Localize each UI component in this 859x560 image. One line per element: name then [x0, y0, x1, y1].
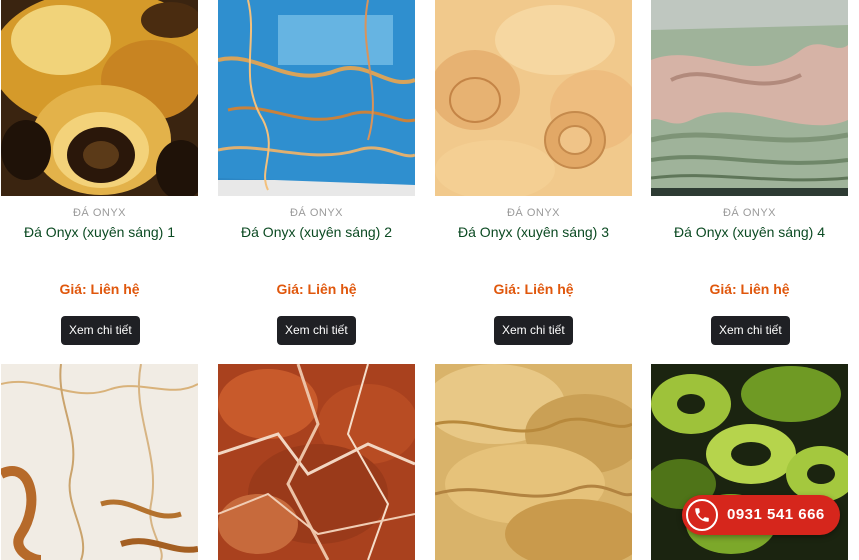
product-grid: ĐÁ ONYX Đá Onyx (xuyên sáng) 1 Giá: Liên…	[0, 0, 859, 560]
view-details-button[interactable]: Xem chi tiết	[277, 316, 356, 345]
product-image[interactable]	[218, 0, 415, 196]
product-category: ĐÁ ONYX	[722, 207, 776, 219]
product-category: ĐÁ ONYX	[72, 207, 126, 219]
view-details-button[interactable]: Xem chi tiết	[494, 316, 573, 345]
product-title[interactable]: Đá Onyx (xuyên sáng) 3	[435, 224, 632, 240]
product-title[interactable]: Đá Onyx (xuyên sáng) 2	[218, 224, 415, 240]
product-image[interactable]	[435, 364, 632, 560]
hotline-button[interactable]: 0931 541 666	[682, 495, 840, 535]
product-category: ĐÁ ONYX	[289, 207, 343, 219]
product-title[interactable]: Đá Onyx (xuyên sáng) 4	[651, 224, 848, 240]
product-price: Giá: Liên hệ	[493, 281, 574, 297]
product-category: ĐÁ ONYX	[506, 207, 560, 219]
product-price: Giá: Liên hệ	[59, 281, 140, 297]
hotline-number: 0931 541 666	[727, 506, 825, 523]
product-image[interactable]	[218, 364, 415, 560]
view-details-button[interactable]: Xem chi tiết	[61, 316, 140, 345]
product-image[interactable]	[651, 0, 848, 196]
product-image[interactable]	[1, 0, 198, 196]
product-image[interactable]	[1, 364, 198, 560]
phone-icon	[686, 499, 718, 531]
view-details-button[interactable]: Xem chi tiết	[711, 316, 790, 345]
product-price: Giá: Liên hệ	[276, 281, 357, 297]
product-image[interactable]	[435, 0, 632, 196]
product-price: Giá: Liên hệ	[709, 281, 790, 297]
product-title[interactable]: Đá Onyx (xuyên sáng) 1	[1, 224, 198, 240]
